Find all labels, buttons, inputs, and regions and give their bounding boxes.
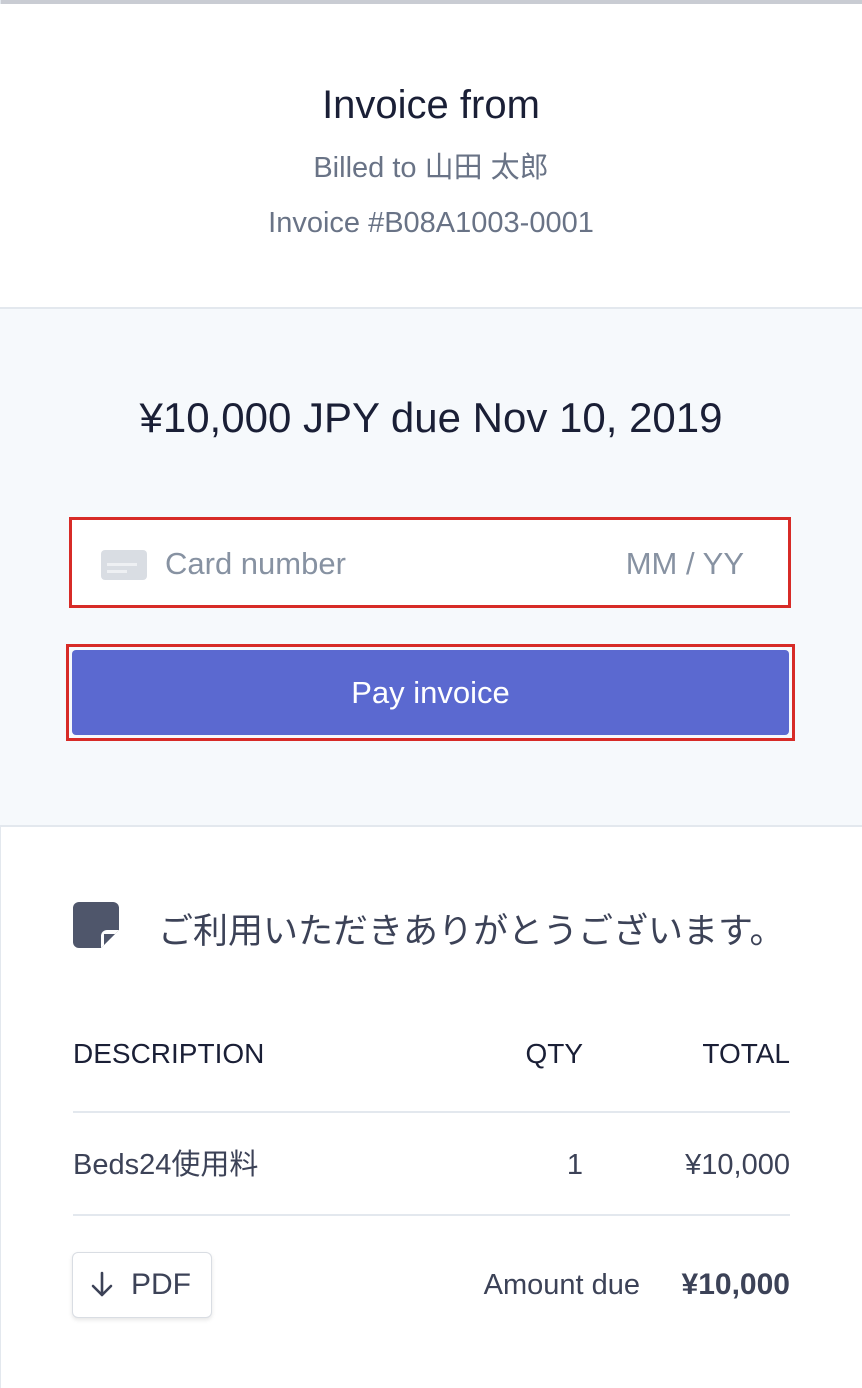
arrow-down-icon — [91, 1271, 113, 1297]
pay-button-highlight: Pay invoice — [66, 644, 795, 741]
amount-due-label: Amount due — [483, 1269, 640, 1301]
table-divider — [73, 1111, 790, 1113]
line-item-total: ¥10,000 — [685, 1149, 790, 1181]
line-items-header: DESCRIPTION QTY TOTAL — [73, 1034, 790, 1074]
column-header-total: TOTAL — [702, 1038, 790, 1069]
billed-to: Billed to 山田 太郎 — [313, 152, 549, 184]
card-expiry-input[interactable] — [604, 542, 744, 586]
invoice-number: Invoice #B08A1003-0001 — [268, 207, 594, 239]
pdf-label: PDF — [131, 1268, 191, 1301]
pay-invoice-button[interactable]: Pay invoice — [72, 650, 789, 735]
invoice-header: Invoice from Billed to 山田 太郎 Invoice #B0… — [0, 4, 862, 309]
card-input-field[interactable] — [69, 517, 791, 608]
table-row: Beds24使用料 1 ¥10,000 — [73, 1145, 790, 1185]
payment-panel: ¥10,000 JPY due Nov 10, 2019 Pay invoice — [0, 309, 862, 827]
memo-text: ご利用いただきありがとうございます。 — [158, 912, 785, 951]
amount-due-heading: ¥10,000 JPY due Nov 10, 2019 — [139, 394, 723, 441]
column-header-description: DESCRIPTION — [73, 1038, 265, 1069]
line-item-qty: 1 — [566, 1149, 583, 1181]
invoice-title: Invoice from — [322, 83, 540, 127]
card-number-input[interactable] — [165, 542, 525, 586]
line-item-description: Beds24使用料 — [73, 1149, 259, 1181]
download-pdf-button[interactable]: PDF — [72, 1252, 212, 1318]
column-header-qty: QTY — [525, 1038, 583, 1069]
credit-card-icon — [101, 550, 147, 580]
table-divider — [73, 1214, 790, 1216]
note-icon — [73, 902, 119, 948]
amount-due-value: ¥10,000 — [681, 1268, 790, 1301]
